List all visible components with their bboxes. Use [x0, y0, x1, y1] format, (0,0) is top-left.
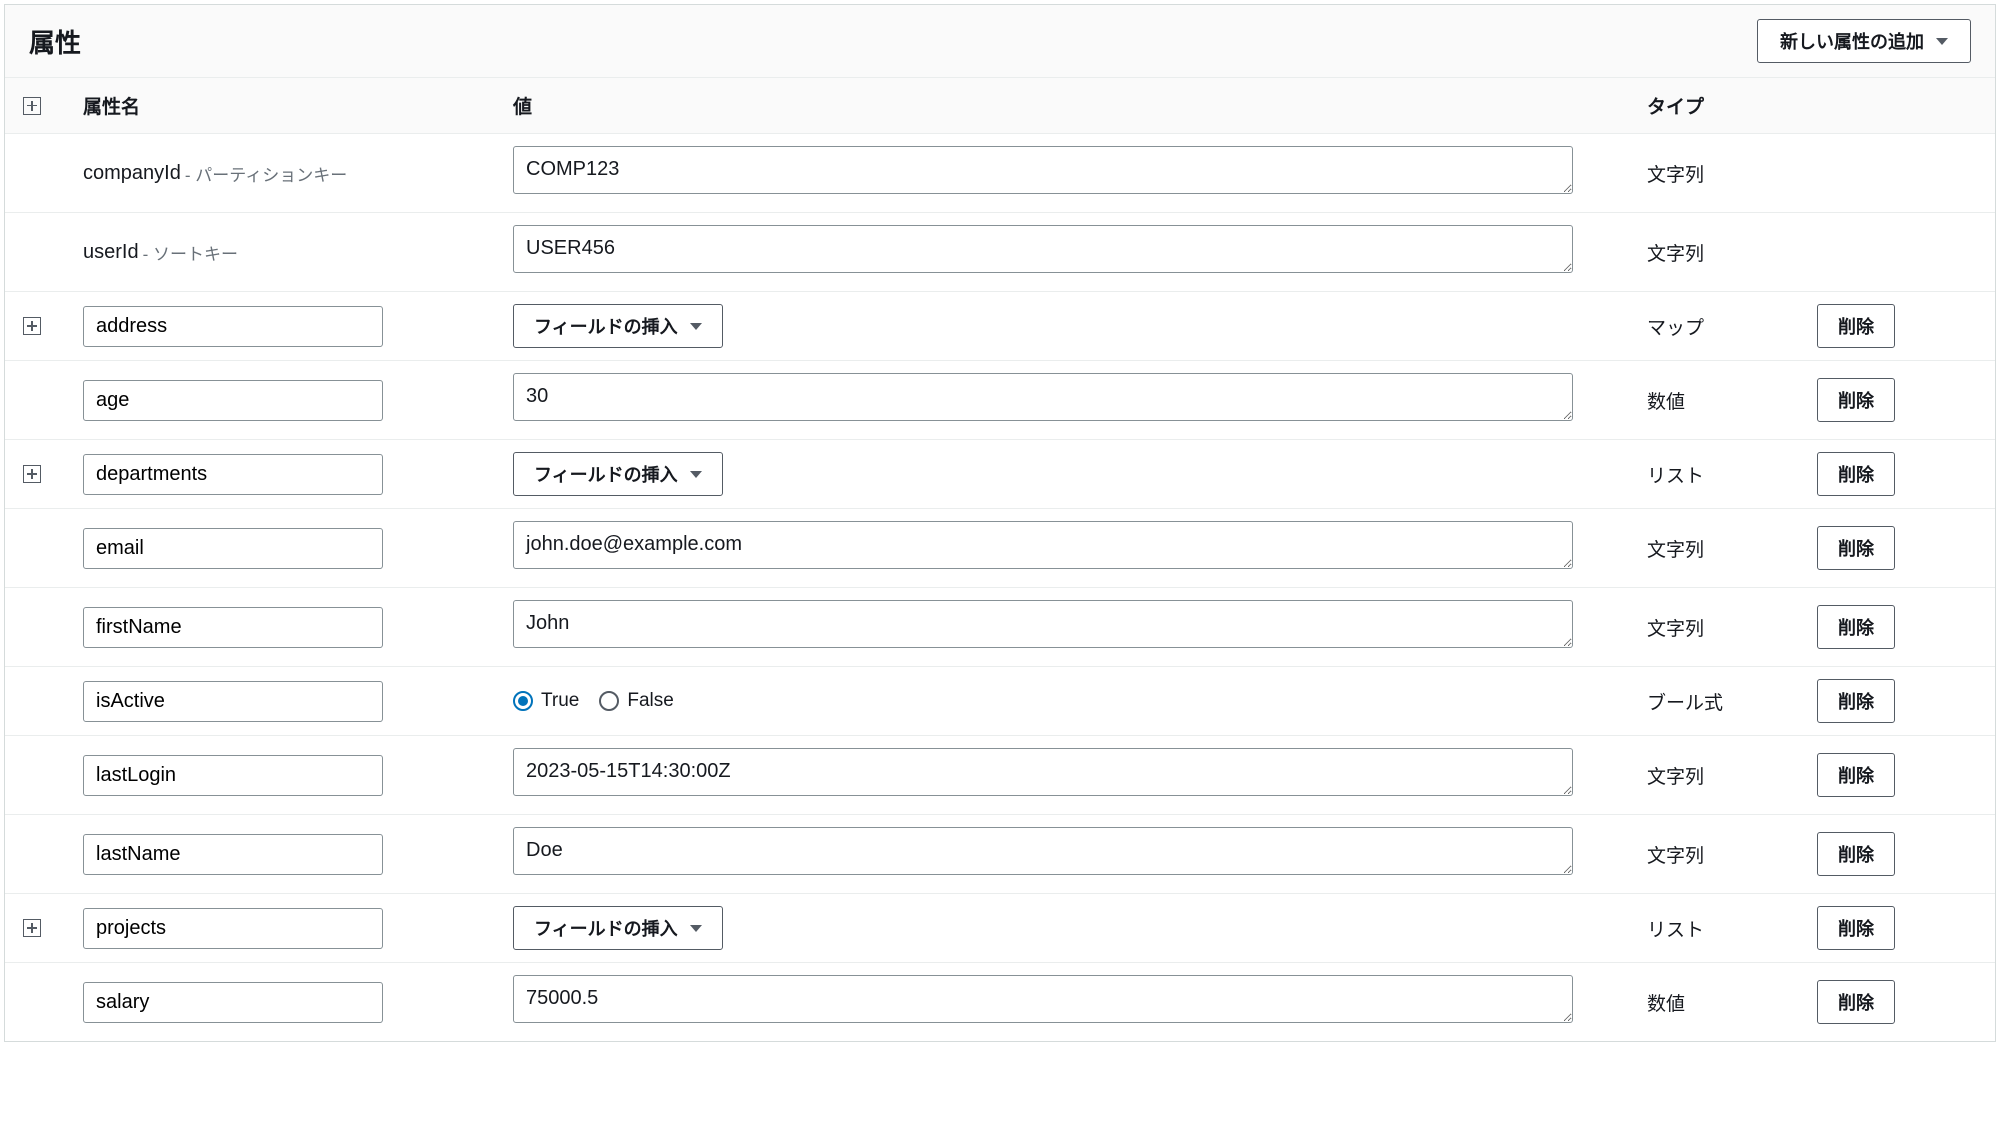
attribute-value-input[interactable] [513, 748, 1573, 796]
radio-label: True [541, 690, 579, 712]
expand-row-icon[interactable] [23, 919, 41, 937]
delete-button[interactable]: 削除 [1817, 304, 1895, 348]
attribute-name-input[interactable] [83, 834, 383, 875]
delete-button[interactable]: 削除 [1817, 906, 1895, 950]
table-row: True False ブール式削除 [5, 667, 1995, 736]
key-type-label: - パーティションキー [185, 161, 347, 186]
expand-row-icon[interactable] [23, 317, 41, 335]
delete-button[interactable]: 削除 [1817, 679, 1895, 723]
table-row: 文字列削除 [5, 509, 1995, 588]
caret-down-icon [690, 471, 702, 478]
delete-button[interactable]: 削除 [1817, 378, 1895, 422]
attributes-panel: 属性 新しい属性の追加 属性名 値 タイプ companyId - パーティショ… [4, 4, 1996, 1042]
attribute-name-input[interactable] [83, 454, 383, 495]
panel-title: 属性 [29, 23, 81, 60]
delete-button[interactable]: 削除 [1817, 605, 1895, 649]
attribute-name-input[interactable] [83, 528, 383, 569]
attribute-name-input[interactable] [83, 908, 383, 949]
attribute-name-input[interactable] [83, 755, 383, 796]
attribute-value-input[interactable] [513, 146, 1573, 194]
table-row: 文字列削除 [5, 736, 1995, 815]
table-row: フィールドの挿入 リスト削除 [5, 894, 1995, 963]
attribute-value-input[interactable] [513, 521, 1573, 569]
insert-field-label: フィールドの挿入 [534, 915, 678, 941]
attribute-name-static: userId [83, 241, 139, 264]
attribute-type: 文字列 [1647, 239, 1817, 266]
table-row: フィールドの挿入 マップ削除 [5, 292, 1995, 361]
delete-button[interactable]: 削除 [1817, 980, 1895, 1024]
delete-button[interactable]: 削除 [1817, 526, 1895, 570]
attribute-type: リスト [1647, 915, 1817, 942]
table-row: 数値削除 [5, 963, 1995, 1041]
panel-header: 属性 新しい属性の追加 [5, 5, 1995, 78]
table-header-row: 属性名 値 タイプ [5, 78, 1995, 134]
attribute-type: 文字列 [1647, 614, 1817, 641]
expand-all-icon[interactable] [23, 97, 41, 115]
key-type-label: - ソートキー [143, 240, 238, 265]
attribute-type: 文字列 [1647, 535, 1817, 562]
caret-down-icon [690, 323, 702, 330]
attribute-name-static: companyId [83, 162, 181, 185]
attribute-type: 文字列 [1647, 160, 1817, 187]
bool-radio-group: True False [513, 690, 1607, 712]
table-row: companyId - パーティションキー 文字列 [5, 134, 1995, 213]
attribute-type: 数値 [1647, 989, 1817, 1016]
table-row: userId - ソートキー 文字列 [5, 213, 1995, 292]
attribute-value-input[interactable] [513, 600, 1573, 648]
caret-down-icon [1936, 38, 1948, 45]
attribute-name-input[interactable] [83, 607, 383, 648]
attribute-value-input[interactable] [513, 827, 1573, 875]
delete-button[interactable]: 削除 [1817, 452, 1895, 496]
attribute-value-input[interactable] [513, 975, 1573, 1023]
radio-icon [599, 691, 619, 711]
attribute-type: 文字列 [1647, 841, 1817, 868]
col-name: 属性名 [83, 92, 513, 119]
insert-field-button[interactable]: フィールドの挿入 [513, 906, 723, 950]
caret-down-icon [690, 925, 702, 932]
table-row: 文字列削除 [5, 588, 1995, 667]
delete-button[interactable]: 削除 [1817, 832, 1895, 876]
attribute-name-input[interactable] [83, 681, 383, 722]
attribute-type: ブール式 [1647, 688, 1817, 715]
add-attribute-label: 新しい属性の追加 [1780, 28, 1924, 54]
attribute-value-input[interactable] [513, 373, 1573, 421]
attribute-type: リスト [1647, 461, 1817, 488]
attribute-type: 数値 [1647, 387, 1817, 414]
add-attribute-button[interactable]: 新しい属性の追加 [1757, 19, 1971, 63]
attribute-value-input[interactable] [513, 225, 1573, 273]
expand-row-icon[interactable] [23, 465, 41, 483]
attribute-type: 文字列 [1647, 762, 1817, 789]
rows-container: companyId - パーティションキー文字列userId - ソートキー文字… [5, 134, 1995, 1041]
radio-true[interactable]: True [513, 690, 579, 712]
attribute-name-input[interactable] [83, 380, 383, 421]
col-type: タイプ [1647, 92, 1817, 119]
radio-label: False [627, 690, 673, 712]
delete-button[interactable]: 削除 [1817, 753, 1895, 797]
table-row: 文字列削除 [5, 815, 1995, 894]
table-row: フィールドの挿入 リスト削除 [5, 440, 1995, 509]
radio-false[interactable]: False [599, 690, 673, 712]
attribute-type: マップ [1647, 313, 1817, 340]
attribute-name-input[interactable] [83, 982, 383, 1023]
insert-field-button[interactable]: フィールドの挿入 [513, 452, 723, 496]
attribute-name-input[interactable] [83, 306, 383, 347]
insert-field-label: フィールドの挿入 [534, 461, 678, 487]
table-row: 数値削除 [5, 361, 1995, 440]
insert-field-button[interactable]: フィールドの挿入 [513, 304, 723, 348]
insert-field-label: フィールドの挿入 [534, 313, 678, 339]
col-value: 値 [513, 92, 1647, 119]
radio-icon [513, 691, 533, 711]
